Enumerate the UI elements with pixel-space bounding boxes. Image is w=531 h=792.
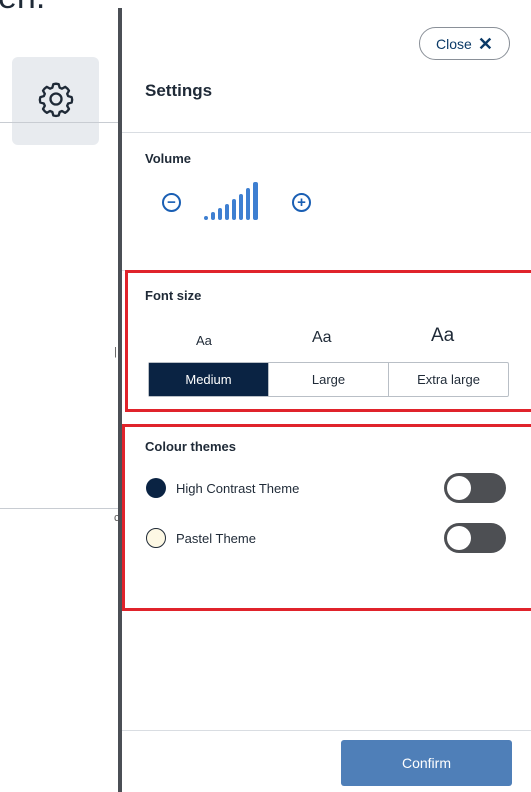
toggle-knob	[447, 476, 471, 500]
minus-circle-icon: −	[167, 194, 176, 211]
font-size-option-extra-large[interactable]: Extra large	[388, 363, 508, 396]
background-fragment: |	[114, 346, 117, 358]
font-size-option-large[interactable]: Large	[268, 363, 388, 396]
gear-icon	[36, 79, 76, 124]
section-divider	[122, 132, 531, 133]
theme-name-high-contrast: High Contrast Theme	[176, 480, 300, 496]
colour-themes-label: Colour themes	[145, 439, 237, 454]
volume-bar	[211, 212, 215, 220]
footer-divider	[122, 730, 531, 731]
theme-swatch-high-contrast	[146, 478, 166, 498]
volume-level-indicator	[204, 182, 258, 220]
font-preview-medium: Aa	[196, 333, 212, 348]
volume-bar	[204, 216, 208, 220]
panel-title: Settings	[145, 81, 213, 100]
background-divider	[0, 508, 118, 509]
volume-bar	[232, 199, 236, 220]
volume-label: Volume	[145, 151, 191, 166]
theme-row-pastel: Pastel Theme	[146, 528, 256, 548]
volume-bar	[239, 194, 243, 220]
plus-circle-icon: +	[297, 194, 306, 211]
high-contrast-theme-toggle[interactable]	[444, 473, 506, 503]
close-button[interactable]: Close ✕	[419, 27, 510, 60]
font-preview-large: Aa	[312, 329, 332, 346]
font-size-selector: Medium Large Extra large	[148, 362, 509, 397]
pastel-theme-toggle[interactable]	[444, 523, 506, 553]
close-x-icon: ✕	[477, 33, 493, 54]
confirm-button[interactable]: Confirm	[341, 740, 512, 786]
theme-name-pastel: Pastel Theme	[176, 530, 256, 546]
font-preview-extra-large: Aa	[431, 325, 455, 346]
volume-bar	[225, 204, 229, 220]
close-label: Close	[436, 35, 472, 52]
volume-bar	[253, 182, 258, 220]
volume-increase-button[interactable]: +	[292, 193, 311, 212]
settings-tile-button[interactable]	[12, 57, 99, 145]
volume-decrease-button[interactable]: −	[162, 193, 181, 212]
font-size-label: Font size	[145, 288, 202, 303]
volume-bar	[218, 208, 222, 220]
background-divider	[0, 122, 118, 123]
theme-row-high-contrast: High Contrast Theme	[146, 478, 299, 498]
background-heading-fragment: en.	[0, 0, 45, 17]
theme-swatch-pastel	[146, 528, 166, 548]
font-size-option-medium[interactable]: Medium	[149, 363, 268, 396]
toggle-knob	[447, 526, 471, 550]
settings-panel: Close ✕ Settings Volume − + Font size Aa…	[118, 8, 531, 792]
volume-bar	[246, 188, 250, 220]
